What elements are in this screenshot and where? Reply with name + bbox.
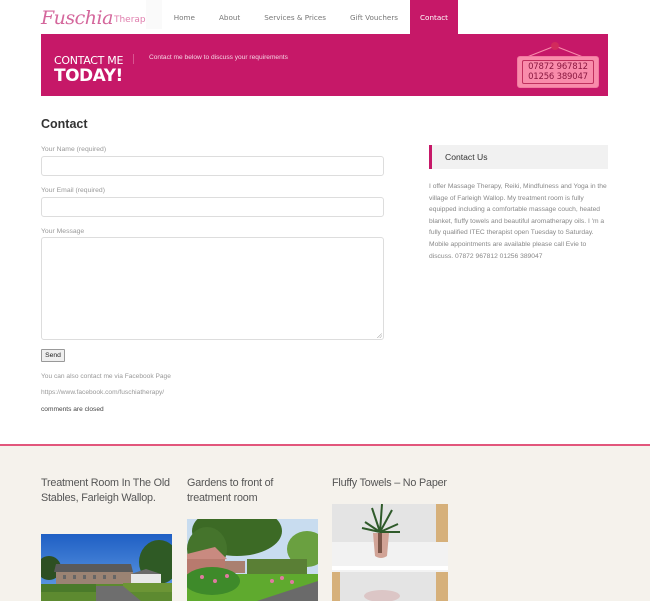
nav-contact[interactable]: Contact [410, 0, 458, 34]
contact-us-widget-header: Contact Us [429, 145, 608, 169]
site-logo[interactable]: Fuschia Therapy [41, 2, 151, 30]
message-label: Your Message [41, 228, 85, 235]
garden-photo[interactable] [187, 519, 318, 601]
logo-script-text: Fuschia [41, 7, 113, 29]
sign-board: 07872 967812 01256 389047 [517, 56, 599, 88]
facebook-link[interactable]: https://www.facebook.com/fuschiatherapy/ [41, 389, 164, 396]
site-header: Fuschia Therapy Home About Services & Pr… [0, 0, 650, 34]
comments-status: comments are closed [41, 406, 104, 413]
banner-subtitle: Contact me below to discuss your require… [149, 54, 288, 61]
phone-sign: 07872 967812 01256 389047 [517, 42, 599, 90]
email-label: Your Email (required) [41, 187, 105, 194]
gallery-title-2[interactable]: Gardens to front of treatment room [187, 476, 317, 505]
stables-photo[interactable] [41, 534, 172, 601]
stables-photo-graphic [41, 534, 172, 601]
gallery-title-1[interactable]: Treatment Room In The Old Stables, Farle… [41, 476, 176, 505]
facebook-note: You can also contact me via Facebook Pag… [41, 373, 171, 380]
nav-home[interactable]: Home [162, 0, 207, 34]
contact-banner: CONTACT ME TODAY! Contact me below to di… [41, 34, 608, 96]
name-input[interactable] [41, 156, 384, 176]
banner-divider [133, 54, 134, 64]
widget-title: Contact Us [445, 152, 488, 162]
towels-plant-photo[interactable] [332, 504, 448, 601]
email-input[interactable] [41, 197, 384, 217]
page-title: Contact [41, 117, 88, 131]
logo-shadow-decoration [146, 0, 162, 29]
sign-nail-icon [551, 42, 559, 50]
message-textarea[interactable] [41, 237, 384, 340]
banner-heading-line2: TODAY! [54, 66, 123, 86]
sign-phone-1: 07872 967812 [528, 62, 588, 72]
resize-grip-icon[interactable] [377, 333, 382, 338]
main-nav: Home About Services & Prices Gift Vouche… [162, 0, 458, 34]
nav-services-prices[interactable]: Services & Prices [252, 0, 338, 34]
towels-plant-photo-graphic [332, 504, 448, 601]
nav-gift-vouchers[interactable]: Gift Vouchers [338, 0, 410, 34]
gallery-section: Treatment Room In The Old Stables, Farle… [0, 446, 650, 601]
sign-inner-frame: 07872 967812 01256 389047 [522, 60, 594, 84]
nav-about[interactable]: About [207, 0, 252, 34]
name-label: Your Name (required) [41, 146, 107, 153]
send-button[interactable]: Send [41, 349, 65, 362]
gallery-title-3[interactable]: Fluffy Towels – No Paper [332, 476, 472, 491]
sign-phone-2: 01256 389047 [528, 72, 588, 82]
garden-photo-graphic [187, 519, 318, 601]
contact-us-widget-text: I offer Massage Therapy, Reiki, Mindfuln… [429, 183, 607, 260]
